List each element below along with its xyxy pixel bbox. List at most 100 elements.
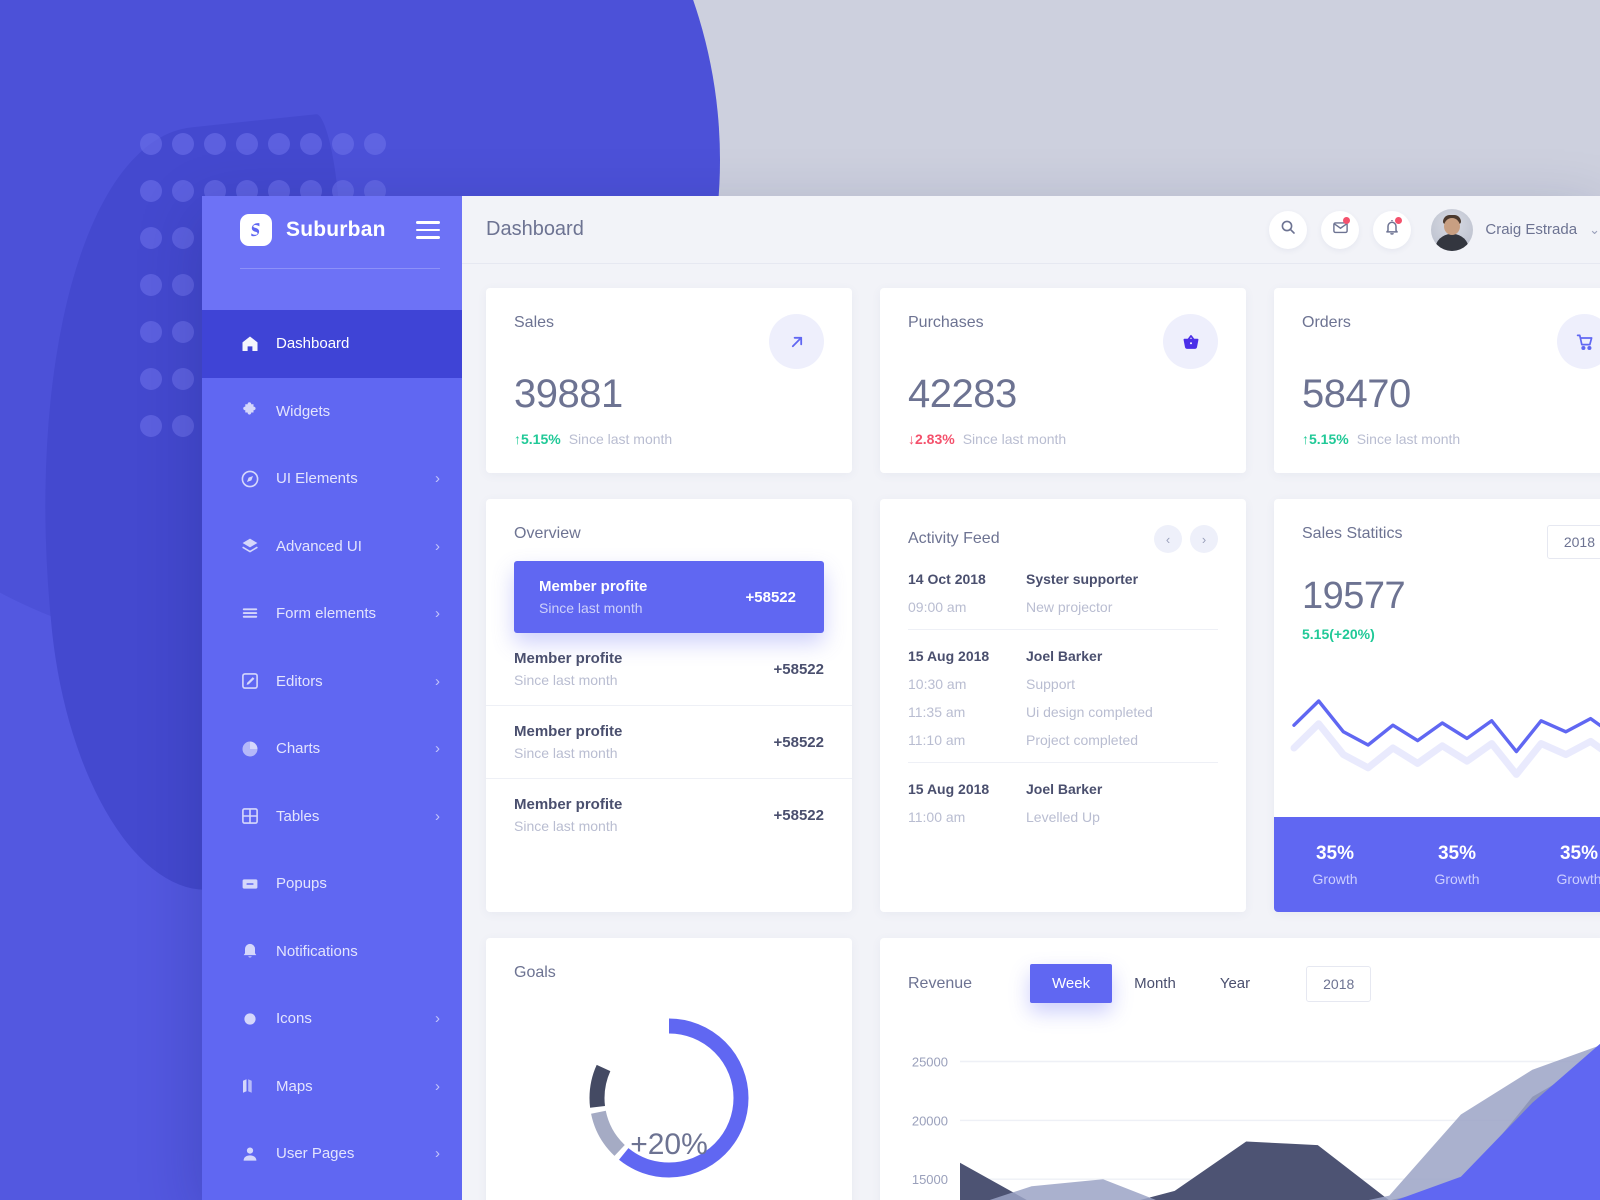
messages-button[interactable]: [1321, 210, 1360, 249]
activity-date: 15 Aug 2018: [908, 781, 990, 797]
revenue-card: Revenue Week Month Year 2018 15000 20000 250…: [880, 938, 1600, 1200]
sidebar-item-ui-elements[interactable]: UI Elements ›: [202, 445, 462, 513]
activity-time: 11:00 am: [908, 809, 966, 825]
overview-row[interactable]: Member profite Since last month +58522: [486, 706, 852, 779]
stat-card-orders: Orders 58470 ↑5.15% Since last month: [1274, 288, 1600, 473]
sidebar-item-label: User Pages: [276, 1145, 355, 1163]
overview-row-sub: Since last month: [514, 818, 618, 834]
activity-text: Support: [1026, 676, 1076, 692]
revenue-y-tick: 25000: [912, 1055, 948, 1070]
overview-row[interactable]: Member profite Since last month +58522: [486, 779, 852, 851]
arrow-up-right-icon[interactable]: [769, 314, 824, 369]
sales-year-select[interactable]: 2018: [1546, 525, 1600, 559]
user-icon: [240, 1144, 260, 1164]
activity-entry: 11:10 am Project completed: [908, 732, 1218, 748]
puzzle-icon: [240, 401, 260, 421]
stat-card-delta-value: 2.83%: [915, 431, 955, 447]
sidebar-item-charts[interactable]: Charts ›: [202, 715, 462, 783]
circle-icon: [240, 1009, 260, 1029]
sidebar-item-popups[interactable]: Popups: [202, 850, 462, 918]
sidebar-item-notifications[interactable]: Notifications: [202, 918, 462, 986]
activity-date: 15 Aug 2018: [908, 648, 990, 664]
revenue-tab-month[interactable]: Month: [1112, 964, 1198, 1003]
stat-card-since: Since last month: [568, 431, 673, 447]
chevron-left-icon[interactable]: ‹: [1154, 525, 1182, 553]
overview-title: Overview: [514, 525, 581, 542]
growth-percent: 35%: [1437, 842, 1477, 864]
revenue-header: Revenue Week Month Year 2018: [908, 964, 1576, 1003]
sidebar-item-editors[interactable]: Editors ›: [202, 648, 462, 716]
sidebar-item-form-elements[interactable]: Form elements ›: [202, 580, 462, 648]
stat-card-since: Since last month: [962, 431, 1067, 447]
revenue-area-chart: 15000 20000 25000: [880, 1024, 1600, 1200]
backdrop-dot: [140, 321, 162, 343]
search-button[interactable]: [1269, 210, 1308, 249]
revenue-year-select[interactable]: 2018: [1306, 965, 1372, 1002]
backdrop-dot: [140, 133, 162, 155]
user-menu[interactable]: Craig Estrada ⌄: [1431, 208, 1600, 251]
mid-card-row: Overview Member profite Since last month +…: [486, 499, 1600, 912]
backdrop-dot: [204, 133, 226, 155]
chevron-down-icon: ⌄: [1589, 221, 1600, 237]
activity-entry: 09:00 am New projector: [908, 599, 1218, 615]
cart-icon[interactable]: [1557, 314, 1600, 369]
sidebar-item-user-pages[interactable]: User Pages ›: [202, 1120, 462, 1188]
growth-percent: 35%: [1315, 842, 1355, 864]
sidebar-item-widgets[interactable]: Widgets: [202, 378, 462, 446]
backdrop-dot: [172, 415, 194, 437]
revenue-tab-year[interactable]: Year: [1198, 964, 1272, 1003]
brand-divider: [202, 264, 462, 310]
sidebar-item-label: Widgets: [276, 402, 331, 420]
dashboard-content: Sales 39881 ↑5.15% Since last month Purchase…: [462, 264, 1600, 1200]
sidebar-item-label: Editors: [276, 672, 323, 690]
stat-card-delta-value: 5.15%: [1309, 431, 1349, 447]
stat-card-delta: ↑5.15%: [514, 431, 561, 447]
growth-stat: 35% Growth: [1396, 843, 1518, 887]
activity-author: Joel Barker: [1026, 781, 1103, 797]
notifications-button[interactable]: [1373, 210, 1412, 249]
page-title: Dashboard: [486, 218, 584, 240]
sidebar-item-advanced-ui[interactable]: Advanced UI ›: [202, 513, 462, 581]
basket-icon[interactable]: [1163, 314, 1218, 369]
activity-feed-body: 14 Oct 2018 Syster supporter 09:00 am New p…: [908, 553, 1218, 839]
avatar: [1431, 208, 1474, 251]
sidebar-item-dashboard[interactable]: Dashboard: [202, 310, 462, 378]
search-icon: [1280, 219, 1296, 240]
stat-card-footer: ↑5.15% Since last month: [514, 431, 672, 447]
activity-time: 11:35 am: [908, 704, 966, 720]
sidebar-item-maps[interactable]: Maps ›: [202, 1053, 462, 1121]
overview-row-sub: Since last month: [539, 600, 643, 616]
revenue-tab-week[interactable]: Week: [1030, 964, 1113, 1003]
activity-time: 11:10 am: [908, 732, 966, 748]
backdrop-dot: [172, 321, 194, 343]
chevron-right-icon[interactable]: ›: [1190, 525, 1218, 553]
popup-icon: [240, 874, 260, 894]
sidebar-item-label: Advanced UI: [276, 537, 362, 555]
sales-sparkline-shadow: [1290, 720, 1600, 778]
sidebar-item-tables[interactable]: Tables ›: [202, 783, 462, 851]
sidebar-item-label: Tables: [276, 807, 320, 825]
activity-feed-group: 14 Oct 2018 Syster supporter 09:00 am New p…: [908, 553, 1218, 630]
overview-row[interactable]: Member profite Since last month +58522: [486, 633, 852, 706]
messages-badge-dot: [1343, 216, 1351, 224]
sidebar-item-label: Icons: [276, 1010, 312, 1028]
revenue-y-tick: 15000: [912, 1172, 948, 1187]
list-icon: [240, 604, 260, 624]
overview-row-name: Member profite: [514, 796, 623, 813]
hamburger-icon[interactable]: [416, 221, 440, 239]
overview-list: Member profite Since last month +58522 Memb…: [486, 561, 852, 851]
activity-feed-nav: ‹ ›: [1154, 525, 1218, 553]
activity-feed-group-head: 14 Oct 2018 Syster supporter: [908, 571, 1218, 587]
stat-card-value: 58470: [1302, 372, 1411, 416]
topbar: Dashboard Craig Estrada ⌄: [462, 196, 1600, 264]
activity-text: Levelled Up: [1026, 809, 1100, 825]
overview-row-text: Member profite Since last month: [514, 650, 622, 688]
overview-row[interactable]: Member profite Since last month +58522: [514, 561, 824, 633]
chevron-right-icon: ›: [435, 605, 440, 623]
user-name: Craig Estrada: [1485, 221, 1578, 238]
stat-card-value: 42283: [908, 372, 1017, 416]
activity-entry: 10:30 am Support: [908, 676, 1218, 692]
sidebar-item-icons[interactable]: Icons ›: [202, 985, 462, 1053]
stat-card-purchases: Purchases 42283 ↓2.83% Since last month: [880, 288, 1246, 473]
sidebar-item-label: Maps: [276, 1077, 313, 1095]
